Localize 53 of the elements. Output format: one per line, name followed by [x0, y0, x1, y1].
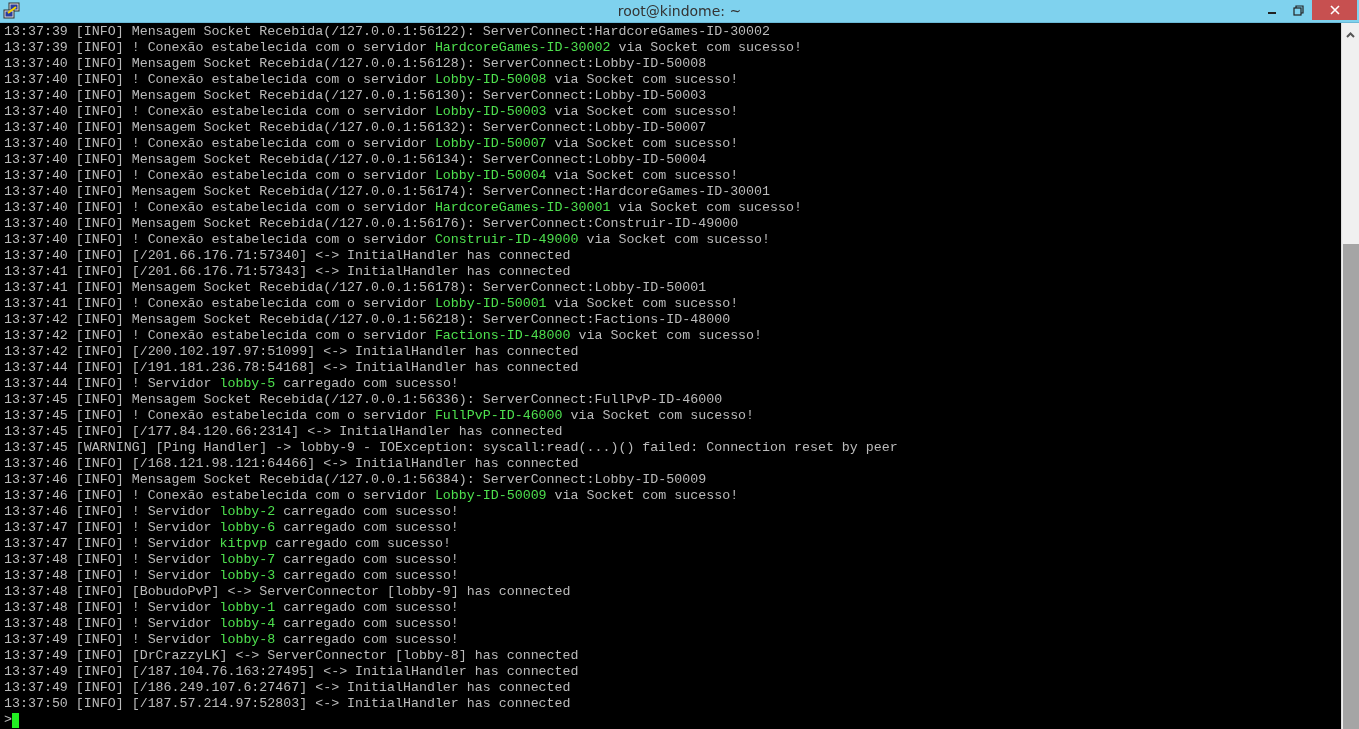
- log-line: 13:37:45 [INFO] ! Conexão estabelecida com o servidor FullPvP-ID-46000 via Socket com sucesso!: [4, 408, 755, 424]
- log-line: 13:37:40 [INFO] ! Conexão estabelecida com o servidor Lobby-ID-50007 via Socket com sucesso!: [4, 136, 739, 152]
- window-title: root@kindome: ~: [617, 3, 742, 19]
- log-line: 13:37:44 [INFO] [/191.181.236.78:54168] <-> InitialHandler has connected: [4, 360, 579, 376]
- log-line: 13:37:49 [INFO] [DrCrazzyLK] <-> ServerConnector [lobby-8] has connected: [4, 648, 579, 664]
- log-line: 13:37:48 [INFO] ! Servidor lobby-7 carregado com sucesso!: [4, 552, 459, 568]
- log-line: 13:37:40 [INFO] ! Conexão estabelecida com o servidor Lobby-ID-50004 via Socket com sucesso!: [4, 168, 739, 184]
- log-line: 13:37:49 [INFO] ! Servidor lobby-8 carregado com sucesso!: [4, 632, 459, 648]
- log-line: 13:37:39 [INFO] Mensagem Socket Recebida(/127.0.0.1:56122): ServerConnect:HardcoreGames-ID-30002: [4, 24, 771, 40]
- log-line: 13:37:41 [INFO] Mensagem Socket Recebida(/127.0.0.1:56178): ServerConnect:Lobby-ID-50001: [4, 280, 707, 296]
- log-line: 13:37:42 [INFO] ! Conexão estabelecida com o servidor Factions-ID-48000 via Socket com sucesso!: [4, 328, 763, 344]
- log-line: 13:37:46 [INFO] ! Servidor lobby-2 carregado com sucesso!: [4, 504, 459, 520]
- log-line: 13:37:47 [INFO] ! Servidor lobby-6 carregado com sucesso!: [4, 520, 459, 536]
- log-line: 13:37:40 [INFO] Mensagem Socket Recebida(/127.0.0.1:56130): ServerConnect:Lobby-ID-50003: [4, 88, 707, 104]
- cursor: [12, 712, 19, 728]
- log-line: 13:37:40 [INFO] Mensagem Socket Recebida(/127.0.0.1:56128): ServerConnect:Lobby-ID-50008: [4, 56, 707, 72]
- log-line: 13:37:40 [INFO] Mensagem Socket Recebida(/127.0.0.1:56174): ServerConnect:HardcoreGames-ID-30001: [4, 184, 771, 200]
- log-line: 13:37:48 [INFO] ! Servidor lobby-3 carregado com sucesso!: [4, 568, 459, 584]
- log-line: 13:37:49 [INFO] [/186.249.107.6:27467] <-> InitialHandler has connected: [4, 680, 571, 696]
- log-line: 13:37:40 [INFO] ! Conexão estabelecida com o servidor Lobby-ID-50008 via Socket com sucesso!: [4, 72, 739, 88]
- log-line: 13:37:48 [INFO] ! Servidor lobby-4 carregado com sucesso!: [4, 616, 459, 632]
- log-line: 13:37:41 [INFO] [/201.66.176.71:57343] <-> InitialHandler has connected: [4, 264, 571, 280]
- log-line: 13:37:40 [INFO] Mensagem Socket Recebida(/127.0.0.1:56134): ServerConnect:Lobby-ID-50004: [4, 152, 707, 168]
- log-line: 13:37:48 [INFO] [BobudoPvP] <-> ServerConnector [lobby-9] has connected: [4, 584, 571, 600]
- scrollbar-thumb[interactable]: [1342, 244, 1359, 729]
- log-line: 13:37:45 [INFO] Mensagem Socket Recebida(/127.0.0.1:56336): ServerConnect:FullPvP-ID-46000: [4, 392, 723, 408]
- log-line: 13:37:42 [INFO] Mensagem Socket Recebida(/127.0.0.1:56218): ServerConnect:Factions-ID-48000: [4, 312, 731, 328]
- log-line: 13:37:39 [INFO] ! Conexão estabelecida com o servidor HardcoreGames-ID-30002 via Socket com sucesso!: [4, 40, 802, 56]
- log-line: 13:37:49 [INFO] [/187.104.76.163:27495] <-> InitialHandler has connected: [4, 664, 579, 680]
- log-line: 13:37:40 [INFO] ! Conexão estabelecida com o servidor Lobby-ID-50003 via Socket com sucesso!: [4, 104, 739, 120]
- log-line: 13:37:41 [INFO] ! Conexão estabelecida com o servidor Lobby-ID-50001 via Socket com sucesso!: [4, 296, 739, 312]
- computers-icon: [3, 2, 21, 20]
- log-line: 13:37:45 [INFO] [/177.84.120.66:2314] <-> InitialHandler has connected: [4, 424, 563, 440]
- log-line: 13:37:46 [INFO] Mensagem Socket Recebida(/127.0.0.1:56384): ServerConnect:Lobby-ID-50009: [4, 472, 707, 488]
- log-line: 13:37:40 [INFO] ! Conexão estabelecida com o servidor HardcoreGames-ID-30001 via Socket com sucesso!: [4, 200, 802, 216]
- close-icon[interactable]: [1329, 5, 1340, 15]
- log-line: 13:37:50 [INFO] [/187.57.214.97:52803] <-> InitialHandler has connected: [4, 696, 571, 712]
- close-button[interactable]: [1312, 0, 1357, 20]
- scroll-up-icon[interactable]: [1346, 32, 1355, 38]
- log-line: 13:37:40 [INFO] Mensagem Socket Recebida(/127.0.0.1:56132): ServerConnect:Lobby-ID-50007: [4, 120, 707, 136]
- scrollbar[interactable]: [1341, 23, 1359, 729]
- log-line: 13:37:45 [WARNING] [Ping Handler] -> lobby-9 - IOException: syscall:read(...)() failed: Connection reset by peer: [4, 440, 898, 456]
- log-line: 13:37:42 [INFO] [/200.102.197.97:51099] <-> InitialHandler has connected: [4, 344, 579, 360]
- log-line: 13:37:44 [INFO] ! Servidor lobby-5 carregado com sucesso!: [4, 376, 459, 392]
- log-line: 13:37:46 [INFO] [/168.121.98.121:64466] <-> InitialHandler has connected: [4, 456, 579, 472]
- log-line: 13:37:47 [INFO] ! Servidor kitpvp carregado com sucesso!: [4, 536, 451, 552]
- log-line: 13:37:40 [INFO] Mensagem Socket Recebida(/127.0.0.1:56176): ServerConnect:Construir-ID-49000: [4, 216, 739, 232]
- log-line: 13:37:40 [INFO] ! Conexão estabelecida com o servidor Construir-ID-49000 via Socket com sucesso!: [4, 232, 771, 248]
- restore-icon[interactable]: [1293, 4, 1304, 16]
- log-line: 13:37:40 [INFO] [/201.66.176.71:57340] <-> InitialHandler has connected: [4, 248, 571, 264]
- log-line: 13:37:46 [INFO] ! Conexão estabelecida com o servidor Lobby-ID-50009 via Socket com sucesso!: [4, 488, 739, 504]
- prompt: >: [4, 712, 12, 728]
- log-line: 13:37:48 [INFO] ! Servidor lobby-1 carregado com sucesso!: [4, 600, 459, 616]
